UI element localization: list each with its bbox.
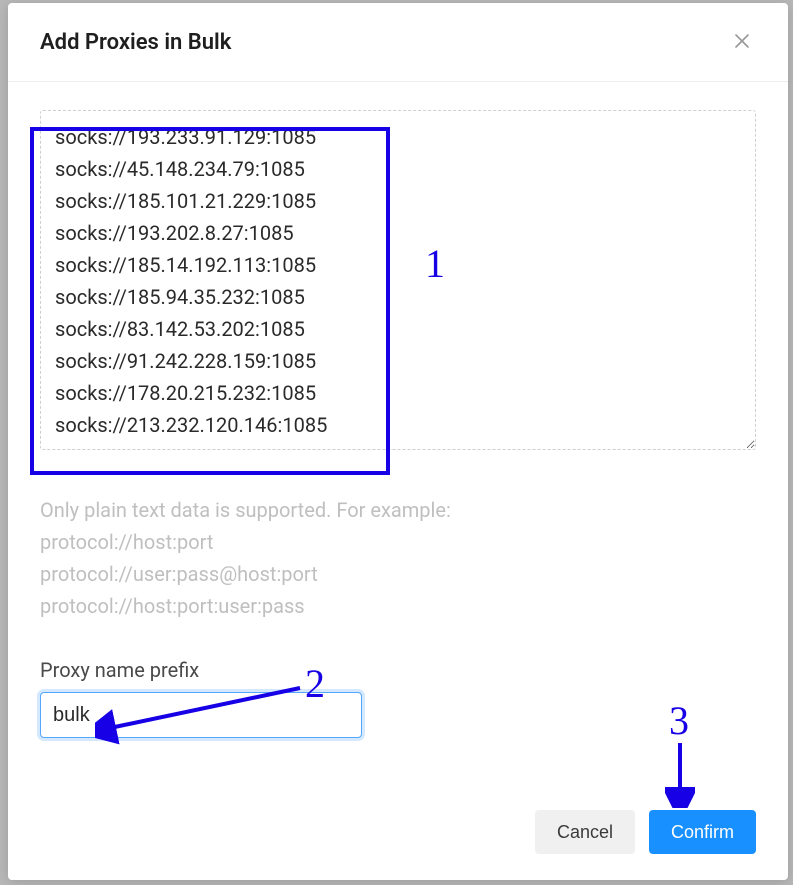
cancel-button[interactable]: Cancel	[535, 810, 635, 854]
close-button[interactable]	[728, 28, 756, 56]
modal-header: Add Proxies in Bulk	[8, 3, 788, 82]
prefix-input[interactable]	[40, 692, 362, 738]
modal-title: Add Proxies in Bulk	[40, 30, 231, 55]
proxies-textarea-wrap	[40, 110, 756, 454]
help-line-1: Only plain text data is supported. For e…	[40, 494, 756, 526]
confirm-button[interactable]: Confirm	[649, 810, 756, 854]
modal-body: Only plain text data is supported. For e…	[8, 82, 788, 788]
close-icon	[733, 32, 751, 53]
modal-footer: Cancel Confirm	[8, 788, 788, 880]
add-proxies-bulk-modal: Add Proxies in Bulk Only plain text data…	[8, 3, 788, 880]
proxies-textarea[interactable]	[40, 110, 756, 450]
prefix-label: Proxy name prefix	[40, 658, 756, 682]
help-line-3: protocol://user:pass@host:port	[40, 558, 756, 590]
help-line-2: protocol://host:port	[40, 526, 756, 558]
help-text: Only plain text data is supported. For e…	[40, 494, 756, 622]
prefix-row: Proxy name prefix	[40, 658, 756, 738]
help-line-4: protocol://host:port:user:pass	[40, 590, 756, 622]
